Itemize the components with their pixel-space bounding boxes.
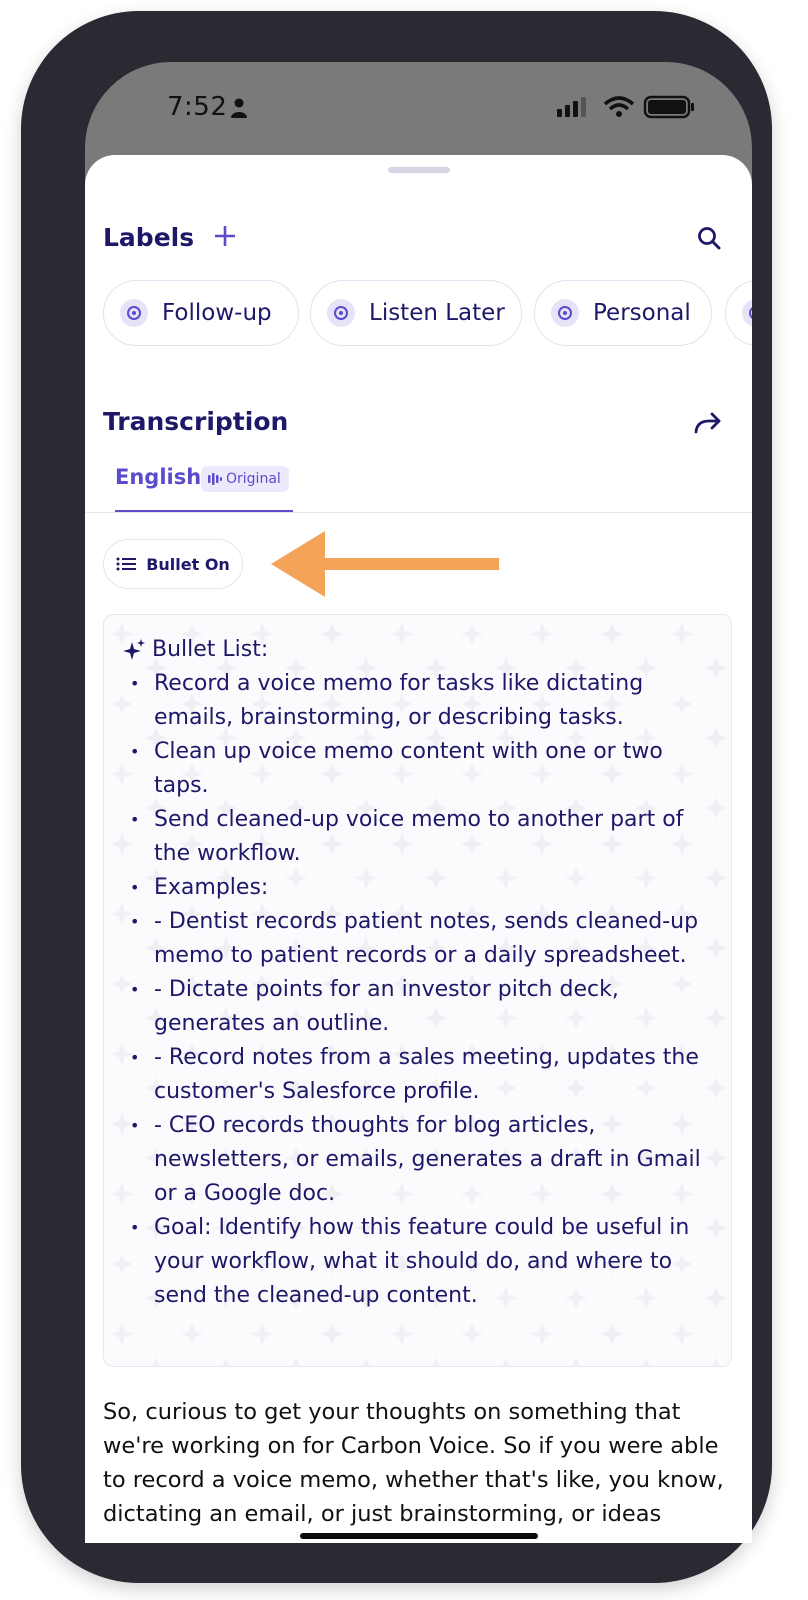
list-item: Clean up voice memo content with one or … — [130, 735, 716, 803]
bullet-toggle-button[interactable]: Bullet On — [103, 539, 243, 589]
list-item: - Dictate points for an investor pitch d… — [130, 973, 716, 1041]
status-time: 7:52 — [167, 92, 228, 122]
label-chip-more[interactable] — [725, 280, 752, 346]
list-item: Send cleaned-up voice memo to another pa… — [130, 803, 716, 871]
sparkle-icon — [123, 638, 145, 660]
list-item: Record a voice memo for tasks like dicta… — [130, 667, 716, 735]
waveform-icon — [208, 473, 222, 485]
summary-bullet-list: Record a voice memo for tasks like dicta… — [130, 667, 716, 1313]
signal-wifi-battery-icons — [557, 95, 694, 119]
bottom-sheet: Labels Follow-up Listen Later Personal T… — [85, 155, 752, 1543]
home-indicator — [300, 1533, 538, 1539]
summary-heading-text: Bullet List: — [152, 637, 269, 662]
label-chip-follow-up[interactable]: Follow-up — [103, 280, 299, 346]
label-icon — [551, 299, 579, 327]
add-label-button[interactable] — [213, 219, 237, 255]
search-icon[interactable] — [697, 226, 721, 250]
bullet-toggle-label: Bullet On — [146, 554, 230, 574]
tab-divider — [85, 512, 752, 513]
sheet-grabber[interactable] — [388, 167, 450, 173]
summary-box: Bullet List: Record a voice memo for tas… — [103, 614, 732, 1367]
labels-title: Labels — [103, 223, 195, 252]
label-chip-listen-later[interactable]: Listen Later — [310, 280, 522, 346]
original-badge: Original — [201, 466, 289, 492]
summary-heading: Bullet List: — [122, 637, 268, 662]
person-icon — [231, 98, 247, 118]
transcription-title: Transcription — [103, 407, 289, 436]
list-item: - Record notes from a sales meeting, upd… — [130, 1041, 716, 1109]
label-chip-text: Follow-up — [162, 300, 272, 326]
label-chip-personal[interactable]: Personal — [534, 280, 712, 346]
badge-text: Original — [226, 471, 281, 487]
status-bar: 7:52 — [85, 62, 752, 157]
label-icon — [327, 299, 355, 327]
transcript-text: So, curious to get your thoughts on some… — [103, 1399, 724, 1527]
list-item: - CEO records thoughts for blog articles… — [130, 1109, 716, 1211]
label-icon — [120, 299, 148, 327]
screen: 7:52 Labels Follow-up Listen Later Perso… — [85, 62, 752, 1543]
annotation-arrow — [271, 531, 499, 597]
share-icon[interactable] — [693, 411, 723, 435]
label-chip-text: Listen Later — [369, 300, 505, 326]
label-chip-text: Personal — [593, 300, 691, 326]
list-item: Goal: Identify how this feature could be… — [130, 1211, 716, 1313]
list-item: - Dentist records patient notes, sends c… — [130, 905, 716, 973]
list-icon — [116, 557, 137, 571]
phone-frame: 7:52 Labels Follow-up Listen Later Perso… — [21, 11, 772, 1583]
list-item: Examples: — [130, 871, 716, 905]
label-chips: Follow-up Listen Later Personal — [103, 280, 752, 348]
tab-english[interactable]: English — [115, 465, 201, 489]
plus-icon — [215, 226, 235, 246]
label-icon — [742, 299, 752, 327]
